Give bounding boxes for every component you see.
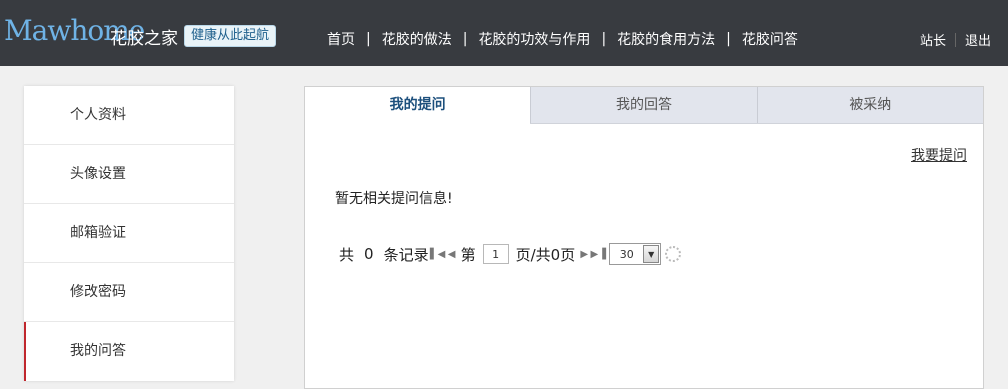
prev-page-icon[interactable]: ◀: [446, 247, 458, 261]
nav-recipes[interactable]: 花胶的做法: [371, 29, 463, 49]
first-page-icon[interactable]: ▌◀: [430, 247, 445, 261]
page-suffix: 页/共0页: [515, 245, 576, 264]
slogan-badge: 健康从此起航: [184, 25, 277, 47]
chevron-down-icon[interactable]: ▼: [643, 245, 660, 263]
logo-subtitle: 花胶之家: [110, 29, 178, 49]
pagination: 共 0 条记录 ▌◀ ◀ 第 页/共0页 ▶ ▶▐ 30 ▼: [337, 243, 682, 265]
nav-benefits[interactable]: 花胶的功效与作用: [467, 29, 601, 49]
sidebar-item-email-verify[interactable]: 邮箱验证: [24, 204, 234, 263]
sidebar-item-my-qa[interactable]: 我的问答: [24, 322, 234, 381]
site-header: Mawhome 花胶之家 健康从此起航 首页 | 花胶的做法 | 花胶的功效与作…: [0, 0, 1008, 66]
total-prefix: 共: [339, 245, 355, 264]
webmaster-link[interactable]: 站长: [911, 30, 955, 49]
sidebar-item-profile[interactable]: 个人资料: [24, 86, 234, 145]
ask-question-link[interactable]: 我要提问: [911, 145, 967, 165]
sidebar-item-avatar[interactable]: 头像设置: [24, 145, 234, 204]
page-size-select[interactable]: 30 ▼: [609, 243, 662, 265]
page-prefix: 第: [460, 245, 476, 264]
tab-accepted[interactable]: 被采纳: [756, 87, 983, 123]
next-page-icon[interactable]: ▶: [578, 247, 590, 261]
tab-bar: 我的提问 我的回答 被采纳: [305, 87, 983, 124]
tab-my-questions[interactable]: 我的提问: [305, 87, 531, 124]
tab-my-answers[interactable]: 我的回答: [530, 87, 757, 123]
last-page-icon[interactable]: ▶▐: [591, 247, 606, 261]
nav-home[interactable]: 首页: [316, 29, 366, 49]
nav-qa[interactable]: 花胶问答: [731, 29, 809, 49]
nav-eating-methods[interactable]: 花胶的食用方法: [606, 29, 726, 49]
page-size-value: 30: [619, 247, 634, 261]
sidebar-item-change-password[interactable]: 修改密码: [24, 263, 234, 322]
main-panel: 我的提问 我的回答 被采纳 我要提问 暂无相关提问信息! 共 0 条记录 ▌◀ …: [304, 86, 984, 389]
logout-link[interactable]: 退出: [956, 30, 1000, 49]
total-count: 0: [364, 245, 374, 263]
main-nav: 首页 | 花胶的做法 | 花胶的功效与作用 | 花胶的食用方法 | 花胶问答: [316, 28, 809, 50]
refresh-icon[interactable]: [665, 246, 682, 262]
sidebar: 个人资料 头像设置 邮箱验证 修改密码 我的问答: [24, 86, 234, 381]
total-suffix: 条记录: [383, 245, 429, 264]
empty-message: 暂无相关提问信息!: [335, 191, 453, 207]
page-number-input[interactable]: [482, 244, 509, 264]
user-links: 站长 退出: [911, 30, 1000, 49]
